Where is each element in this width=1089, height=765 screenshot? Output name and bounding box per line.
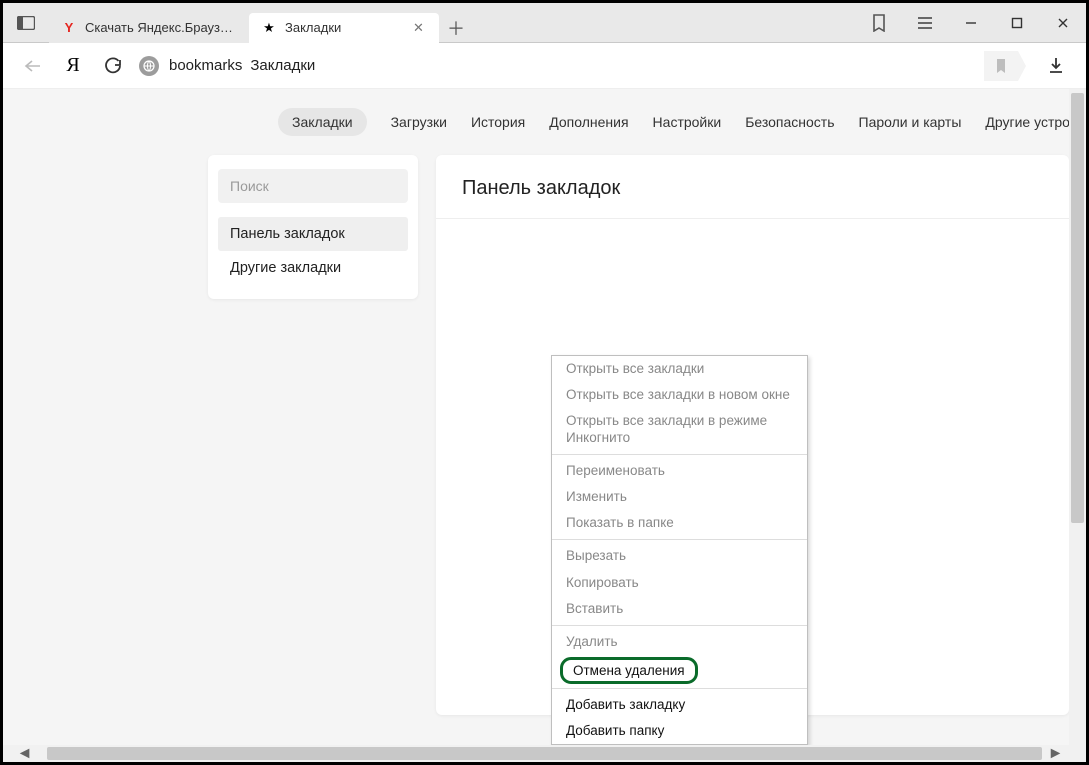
bookmarks-content: Поиск Панель закладок Другие закладки Па… xyxy=(3,155,1069,745)
browser-toolbar: Я bookmarks Закладки xyxy=(3,43,1086,89)
ctx-separator xyxy=(552,454,807,455)
ctx-open-all-new-window[interactable]: Открыть все закладки в новом окне xyxy=(552,382,807,408)
address-bar-title: Закладки xyxy=(250,57,315,74)
tab-title: Скачать Яндекс.Браузер д xyxy=(85,20,239,35)
ctx-open-all[interactable]: Открыть все закладки xyxy=(552,356,807,382)
address-bar-path: bookmarks xyxy=(169,57,242,74)
bookmark-page-button[interactable] xyxy=(984,51,1018,81)
new-tab-button[interactable]: ＋ xyxy=(439,13,473,43)
side-panel-icon[interactable] xyxy=(3,3,49,43)
bookmarks-sidebar: Поиск Панель закладок Другие закладки xyxy=(208,155,418,299)
scroll-right-icon[interactable]: ► xyxy=(1047,745,1064,762)
yandex-favicon-icon: Y xyxy=(61,20,77,36)
ctx-undo-delete[interactable]: Отмена удаления xyxy=(552,655,807,685)
yandex-home-button[interactable]: Я xyxy=(53,43,93,89)
ctx-copy[interactable]: Копировать xyxy=(552,570,807,596)
divider xyxy=(436,218,1069,219)
ctx-separator xyxy=(552,539,807,540)
window-close-button[interactable] xyxy=(1040,3,1086,43)
downloads-button[interactable] xyxy=(1036,43,1076,89)
browser-tab[interactable]: Y Скачать Яндекс.Браузер д xyxy=(49,13,249,43)
nav-security[interactable]: Безопасность xyxy=(745,114,834,130)
sidebar-item-other-bookmarks[interactable]: Другие закладки xyxy=(218,251,408,285)
browser-tab-bar: Y Скачать Яндекс.Браузер д ★ Закладки ✕ … xyxy=(3,3,1086,43)
nav-history[interactable]: История xyxy=(471,114,525,130)
ctx-add-bookmark[interactable]: Добавить закладку xyxy=(552,692,807,718)
ctx-show-in-folder[interactable]: Показать в папке xyxy=(552,510,807,536)
window-maximize-button[interactable] xyxy=(994,3,1040,43)
star-icon: ★ xyxy=(261,20,277,36)
ctx-open-all-incognito[interactable]: Открыть все закладки в режиме Инкогнито xyxy=(552,408,807,450)
nav-passwords[interactable]: Пароли и карты xyxy=(859,114,962,130)
scroll-left-icon[interactable]: ◄ xyxy=(16,745,33,762)
browser-tab-active[interactable]: ★ Закладки ✕ xyxy=(249,13,439,43)
nav-addons[interactable]: Дополнения xyxy=(549,114,628,130)
ctx-cut[interactable]: Вырезать xyxy=(552,543,807,569)
horizontal-scrollbar[interactable]: ◄ ► xyxy=(3,745,1086,762)
ctx-separator xyxy=(552,625,807,626)
ctx-add-folder[interactable]: Добавить папку xyxy=(552,718,807,744)
sidebar-item-bookmarks-bar[interactable]: Панель закладок xyxy=(218,217,408,251)
ctx-edit[interactable]: Изменить xyxy=(552,484,807,510)
window-controls xyxy=(948,3,1086,43)
page-viewport: Закладки Загрузки История Дополнения Нас… xyxy=(3,89,1086,745)
nav-downloads[interactable]: Загрузки xyxy=(391,114,447,130)
tab-title: Закладки xyxy=(285,20,407,35)
close-tab-icon[interactable]: ✕ xyxy=(413,20,429,36)
bookmarks-search-input[interactable]: Поиск xyxy=(218,169,408,203)
ctx-paste[interactable]: Вставить xyxy=(552,596,807,622)
reading-list-icon[interactable] xyxy=(856,3,902,43)
ctx-rename[interactable]: Переименовать xyxy=(552,458,807,484)
vertical-scrollbar[interactable] xyxy=(1069,89,1086,745)
ctx-undo-delete-label: Отмена удаления xyxy=(560,657,698,684)
search-placeholder: Поиск xyxy=(230,178,269,194)
ctx-separator xyxy=(552,688,807,689)
window-minimize-button[interactable] xyxy=(948,3,994,43)
site-identity-icon xyxy=(139,56,159,76)
page-title: Панель закладок xyxy=(436,155,1069,218)
back-button[interactable] xyxy=(13,43,53,89)
settings-top-nav: Закладки Загрузки История Дополнения Нас… xyxy=(3,89,1086,155)
nav-bookmarks[interactable]: Закладки xyxy=(278,108,367,136)
nav-settings[interactable]: Настройки xyxy=(653,114,722,130)
menu-icon[interactable] xyxy=(902,3,948,43)
context-menu: Открыть все закладки Открыть все закладк… xyxy=(551,355,808,745)
reload-button[interactable] xyxy=(93,43,133,89)
ctx-delete[interactable]: Удалить xyxy=(552,629,807,655)
address-bar[interactable]: bookmarks Закладки xyxy=(139,56,315,76)
